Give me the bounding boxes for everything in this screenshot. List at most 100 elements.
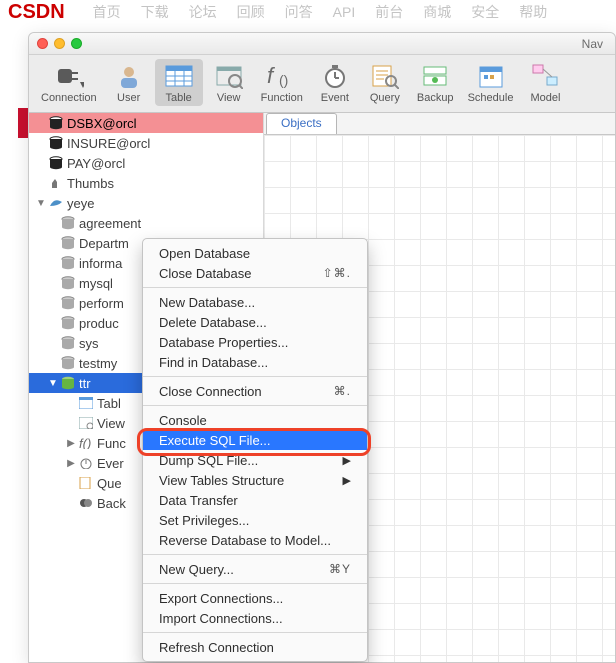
database-icon bbox=[59, 216, 77, 230]
toolbar-label: Event bbox=[321, 92, 349, 104]
toolbar-connection[interactable]: Connection bbox=[35, 59, 103, 106]
menu-item[interactable]: Delete Database... bbox=[143, 312, 367, 332]
clock-icon bbox=[322, 61, 348, 91]
menu-item[interactable]: Open Database bbox=[143, 243, 367, 263]
query-icon bbox=[371, 61, 399, 91]
toolbar-label: Function bbox=[261, 92, 303, 104]
menu-item-label: New Database... bbox=[159, 295, 255, 310]
connection-dsbx[interactable]: DSBX@orcl bbox=[29, 113, 263, 133]
background-header: CSDN 首页下载 论坛回顾 问答API 前台商城 安全帮助 bbox=[0, 0, 616, 24]
func-icon: f() bbox=[77, 437, 95, 449]
query-icon bbox=[77, 477, 95, 489]
window-title: Nav bbox=[82, 37, 607, 51]
view-icon bbox=[77, 417, 95, 429]
database-icon bbox=[59, 316, 77, 330]
toolbar-user[interactable]: User bbox=[105, 59, 153, 106]
menu-item[interactable]: New Query...⌘Y bbox=[143, 559, 367, 579]
table-icon bbox=[165, 61, 193, 91]
database-icon bbox=[47, 116, 65, 130]
menu-item[interactable]: New Database... bbox=[143, 292, 367, 312]
toolbar-backup[interactable]: Backup bbox=[411, 59, 460, 106]
database-icon bbox=[59, 296, 77, 310]
tree-label: DSBX@orcl bbox=[67, 116, 137, 131]
menu-item-label: Close Database bbox=[159, 266, 252, 281]
menu-item-label: Delete Database... bbox=[159, 315, 267, 330]
tree-label: Departm bbox=[79, 236, 129, 251]
tab-objects[interactable]: Objects bbox=[266, 113, 337, 134]
close-window-button[interactable] bbox=[37, 38, 48, 49]
menu-item[interactable]: Execute SQL File... bbox=[143, 430, 367, 450]
toolbar-query[interactable]: Query bbox=[361, 59, 409, 106]
connection-thumbs[interactable]: Thumbs bbox=[29, 173, 263, 193]
menu-item[interactable]: Export Connections... bbox=[143, 588, 367, 608]
toolbar-model[interactable]: Model bbox=[521, 59, 569, 106]
tree-label: mysql bbox=[79, 276, 113, 291]
database-icon bbox=[59, 356, 77, 370]
menu-item[interactable]: Data Transfer bbox=[143, 490, 367, 510]
connection-insure[interactable]: INSURE@orcl bbox=[29, 133, 263, 153]
database-icon bbox=[47, 156, 65, 170]
toolbar-label: Schedule bbox=[468, 92, 514, 104]
toolbar-schedule[interactable]: Schedule bbox=[462, 59, 520, 106]
backup-icon bbox=[77, 497, 95, 509]
toolbar-view[interactable]: View bbox=[205, 59, 253, 106]
chevron-right-icon: ▶ bbox=[65, 438, 77, 449]
menu-separator bbox=[143, 287, 367, 288]
tree-label: agreement bbox=[79, 216, 141, 231]
menu-item[interactable]: Refresh Connection bbox=[143, 637, 367, 657]
tree-label: testmy bbox=[79, 356, 117, 371]
svg-text:(): () bbox=[279, 72, 288, 88]
menu-item[interactable]: Database Properties... bbox=[143, 332, 367, 352]
titlebar: Nav bbox=[29, 33, 615, 55]
tree-label: Que bbox=[97, 476, 122, 491]
window-controls bbox=[37, 38, 82, 49]
menu-item[interactable]: Reverse Database to Model... bbox=[143, 530, 367, 550]
menu-item[interactable]: Console bbox=[143, 410, 367, 430]
connection-yeye[interactable]: ▼ yeye bbox=[29, 193, 263, 213]
menu-item[interactable]: Set Privileges... bbox=[143, 510, 367, 530]
calendar-icon bbox=[478, 61, 504, 91]
user-icon bbox=[116, 61, 142, 91]
database-icon bbox=[59, 256, 77, 270]
tree-label: Back bbox=[97, 496, 126, 511]
tree-label: Tabl bbox=[97, 396, 121, 411]
tree-label: produc bbox=[79, 316, 119, 331]
toolbar-label: Connection bbox=[41, 92, 97, 104]
database-icon bbox=[47, 136, 65, 150]
database-icon bbox=[59, 336, 77, 350]
connection-pay[interactable]: PAY@orcl bbox=[29, 153, 263, 173]
menu-item[interactable]: Import Connections... bbox=[143, 608, 367, 628]
chevron-down-icon: ▼ bbox=[47, 378, 59, 389]
tab-bar: Objects bbox=[264, 113, 615, 135]
menu-item[interactable]: Close Connection⌘. bbox=[143, 381, 367, 401]
menu-item-label: View Tables Structure bbox=[159, 473, 284, 488]
toolbar-function[interactable]: f() Function bbox=[255, 59, 309, 106]
menu-shortcut: ⌘. bbox=[334, 384, 351, 398]
zoom-window-button[interactable] bbox=[71, 38, 82, 49]
chevron-down-icon: ▼ bbox=[35, 198, 47, 209]
menu-item-label: New Query... bbox=[159, 562, 234, 577]
minimize-window-button[interactable] bbox=[54, 38, 65, 49]
database-item[interactable]: agreement bbox=[29, 213, 263, 233]
menu-item-label: Refresh Connection bbox=[159, 640, 274, 655]
menu-separator bbox=[143, 405, 367, 406]
toolbar-event[interactable]: Event bbox=[311, 59, 359, 106]
function-icon: f() bbox=[267, 61, 297, 91]
database-icon bbox=[59, 276, 77, 290]
event-icon bbox=[77, 457, 95, 469]
menu-item[interactable]: Close Database ⇧⌘. bbox=[143, 263, 367, 283]
chevron-right-icon: ▶ bbox=[343, 454, 351, 467]
tree-label: Ever bbox=[97, 456, 124, 471]
menu-item[interactable]: Dump SQL File...▶ bbox=[143, 450, 367, 470]
tree-label: Thumbs bbox=[67, 176, 114, 191]
tree-label: View bbox=[97, 416, 125, 431]
tree-label: informa bbox=[79, 256, 122, 271]
model-icon bbox=[531, 61, 559, 91]
database-open-icon bbox=[59, 376, 77, 390]
tree-label: perform bbox=[79, 296, 124, 311]
menu-shortcut: ⇧⌘. bbox=[323, 266, 351, 280]
toolbar-table[interactable]: Table bbox=[155, 59, 203, 106]
menu-item[interactable]: View Tables Structure▶ bbox=[143, 470, 367, 490]
menu-item[interactable]: Find in Database... bbox=[143, 352, 367, 372]
tree-label: Func bbox=[97, 436, 126, 451]
